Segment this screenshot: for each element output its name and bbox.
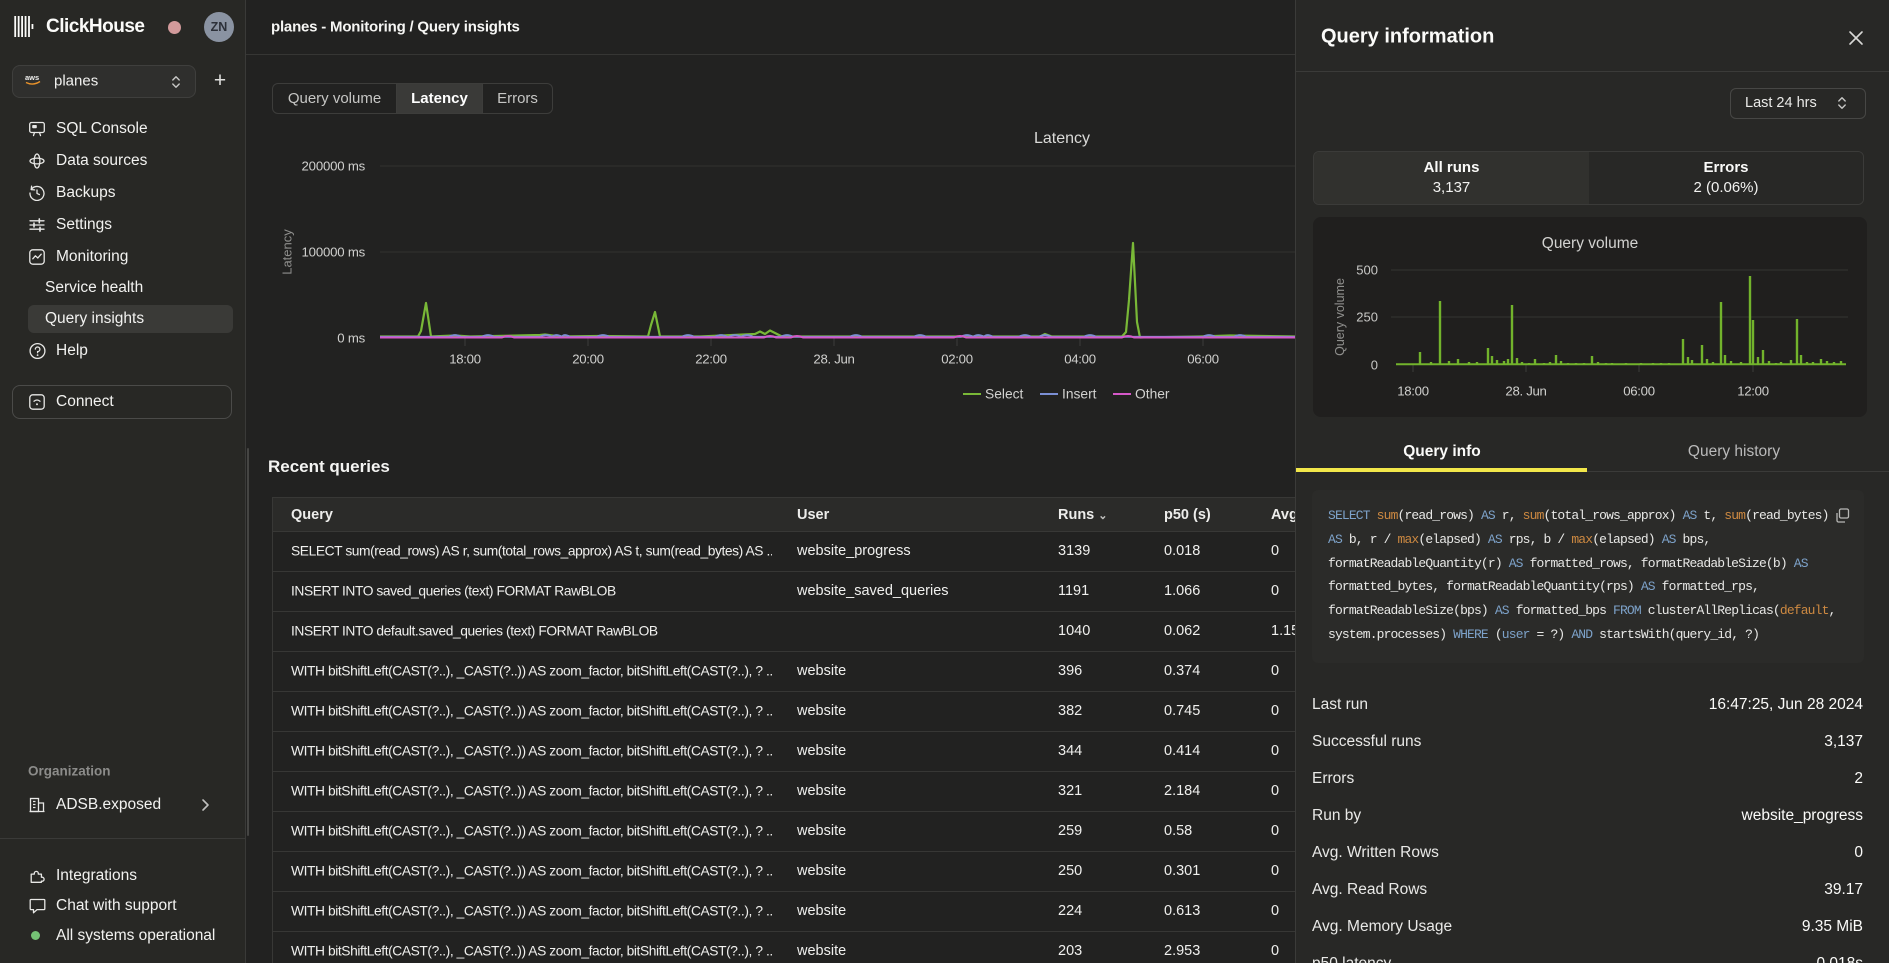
- svg-text:aws: aws: [25, 73, 39, 82]
